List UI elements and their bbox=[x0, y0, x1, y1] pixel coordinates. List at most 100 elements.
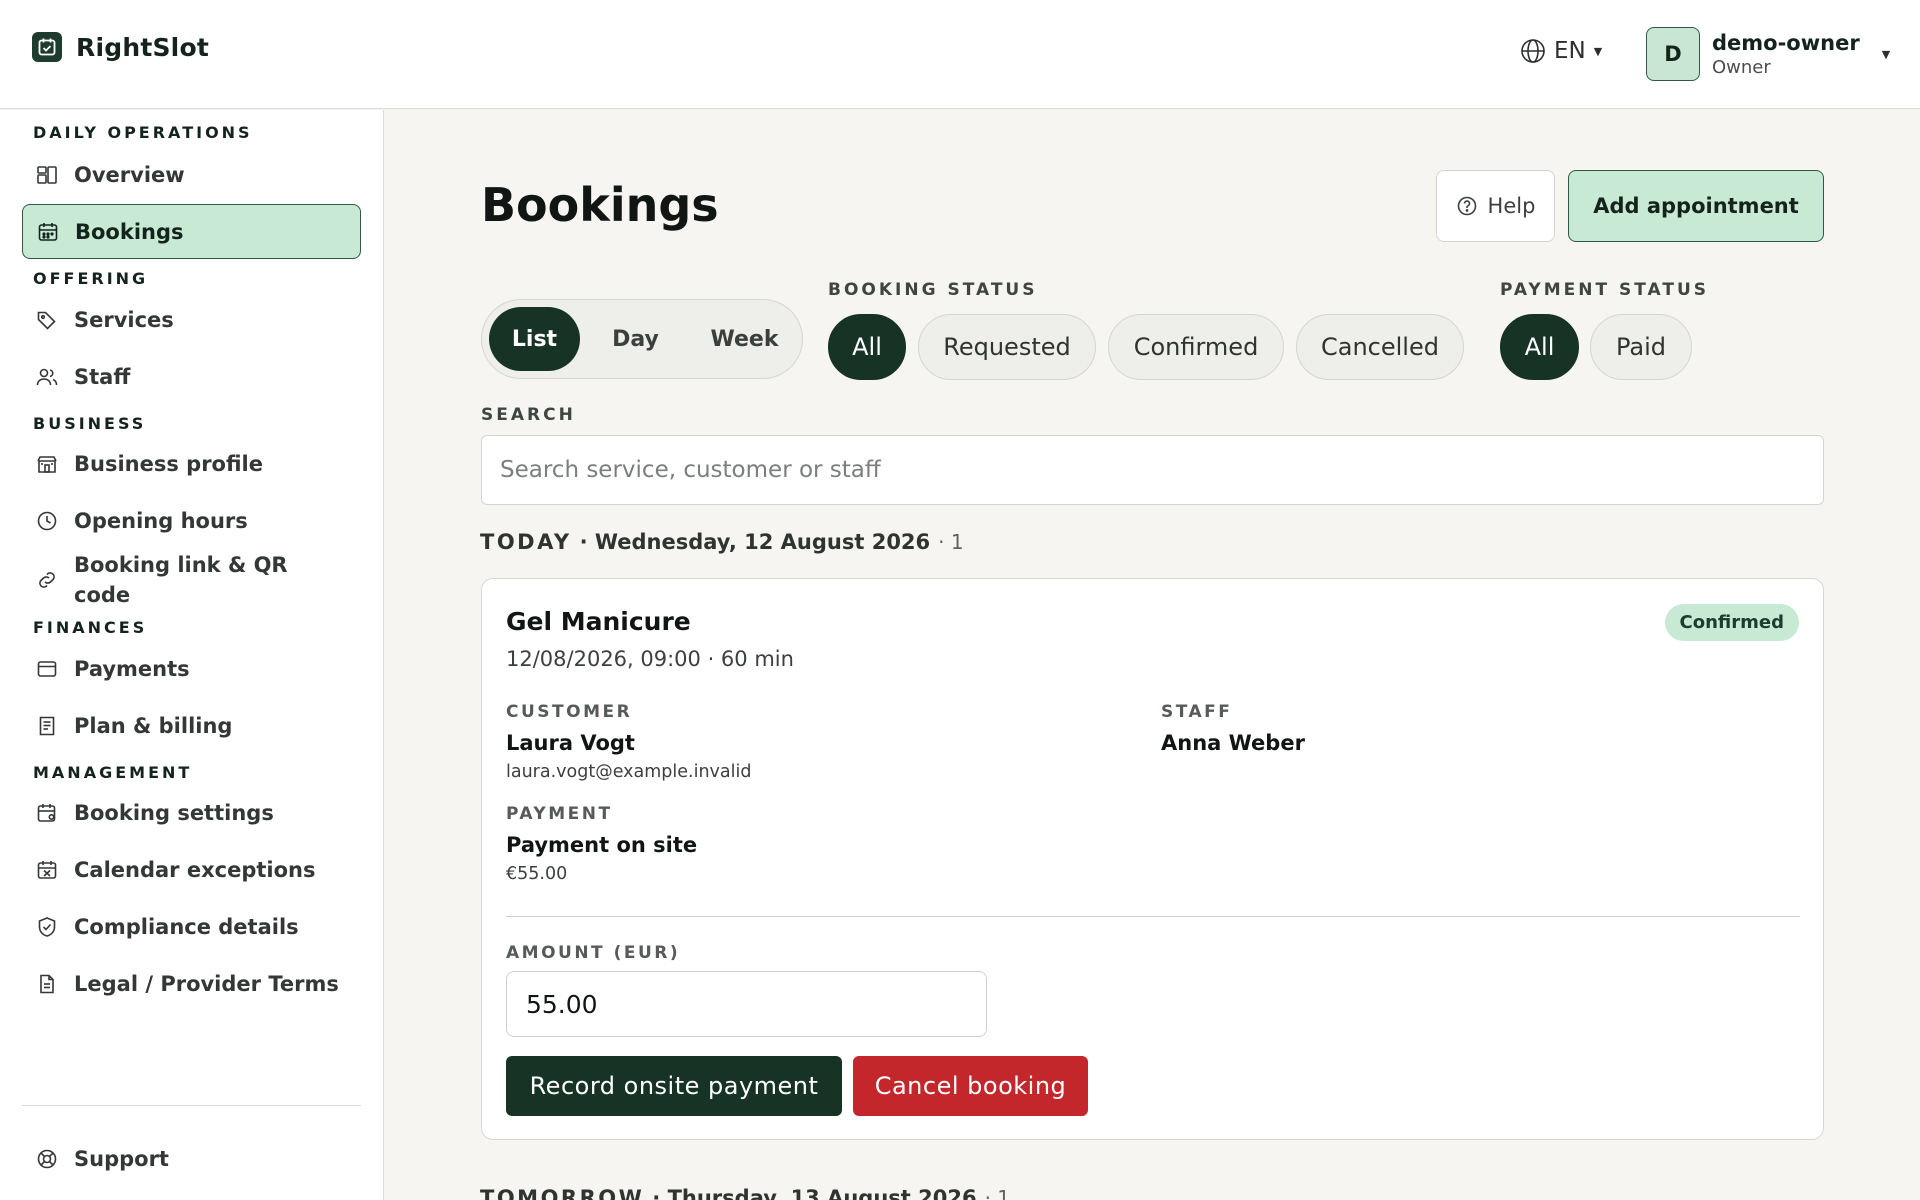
users-icon bbox=[36, 368, 58, 385]
user-role: Owner bbox=[1712, 56, 1771, 78]
today-count: · 1 bbox=[938, 530, 964, 554]
sidebar-item-staff[interactable]: Staff bbox=[22, 349, 361, 404]
view-toggle: List Day Week bbox=[481, 299, 803, 379]
staff-label: STAFF bbox=[1161, 702, 1233, 722]
tomorrow-label: TOMORROW bbox=[480, 1186, 645, 1200]
sidebar-item-legal-terms[interactable]: Legal / Provider Terms bbox=[22, 956, 361, 1011]
tag-icon bbox=[37, 311, 56, 330]
today-label: TODAY bbox=[480, 530, 572, 554]
sidebar-group-business: BUSINESS bbox=[33, 414, 147, 433]
payment-label: PAYMENT bbox=[506, 804, 613, 824]
top-bar: RightSlot EN ▼ D demo-owner Owner ▼ bbox=[0, 0, 1920, 109]
sidebar-item-booking-link[interactable]: Booking link & QR code bbox=[22, 548, 361, 612]
language-selector[interactable]: EN ▼ bbox=[1520, 38, 1602, 64]
add-appointment-button[interactable]: Add appointment bbox=[1568, 170, 1824, 242]
sidebar-item-overview[interactable]: Overview bbox=[22, 147, 361, 202]
amount-label: AMOUNT (EUR) bbox=[506, 943, 681, 963]
booking-card: Gel Manicure 12/08/2026, 09:00 · 60 min … bbox=[481, 578, 1824, 1140]
language-code: EN bbox=[1554, 38, 1586, 64]
sidebar-item-label: Bookings bbox=[75, 219, 184, 244]
view-day-button[interactable]: Day bbox=[588, 307, 683, 371]
search-label: SEARCH bbox=[481, 405, 576, 425]
amount-input[interactable] bbox=[506, 971, 987, 1037]
calendar-icon bbox=[38, 222, 58, 241]
service-name: Gel Manicure bbox=[506, 607, 691, 636]
sidebar-group-offering: OFFERING bbox=[33, 269, 149, 288]
sidebar-item-services[interactable]: Services bbox=[22, 292, 361, 347]
user-name: demo-owner bbox=[1712, 30, 1860, 55]
sidebar-item-bookings[interactable]: Bookings bbox=[22, 204, 361, 259]
booking-status-all-chip[interactable]: All bbox=[828, 314, 906, 380]
sidebar-item-label: Payments bbox=[74, 656, 190, 681]
calendar-x-icon bbox=[37, 860, 57, 879]
sidebar-item-opening-hours[interactable]: Opening hours bbox=[22, 493, 361, 548]
page-title: Bookings bbox=[481, 178, 719, 232]
receipt-icon bbox=[39, 716, 55, 735]
clock-icon bbox=[37, 511, 57, 530]
caret-down-icon: ▼ bbox=[1881, 47, 1891, 61]
sidebar-item-label: Compliance details bbox=[74, 914, 299, 939]
record-onsite-payment-button[interactable]: Record onsite payment bbox=[506, 1056, 842, 1116]
booking-status-cancelled-chip[interactable]: Cancelled bbox=[1296, 314, 1464, 380]
globe-icon bbox=[1520, 38, 1546, 64]
user-menu[interactable]: D demo-owner Owner ▼ bbox=[1646, 27, 1890, 81]
booking-status-label: BOOKING STATUS bbox=[828, 280, 1038, 300]
link-icon bbox=[39, 572, 55, 588]
app-name: RightSlot bbox=[76, 32, 209, 62]
sidebar-group-finances: FINANCES bbox=[33, 618, 148, 637]
sidebar-item-label: Business profile bbox=[74, 451, 263, 476]
sidebar-item-label: Calendar exceptions bbox=[74, 857, 316, 882]
sidebar-item-calendar-exceptions[interactable]: Calendar exceptions bbox=[22, 842, 361, 897]
sidebar-divider bbox=[22, 1105, 361, 1106]
sidebar-item-compliance-details[interactable]: Compliance details bbox=[22, 899, 361, 954]
sidebar-item-label-continued: code bbox=[74, 583, 131, 607]
status-badge: Confirmed bbox=[1664, 604, 1799, 641]
sidebar-item-label: Booking link & QR bbox=[74, 553, 288, 577]
customer-name: Laura Vogt bbox=[506, 731, 635, 755]
sidebar-group-daily-operations: DAILY OPERATIONS bbox=[33, 123, 253, 142]
sidebar-item-support[interactable]: Support bbox=[22, 1131, 361, 1186]
payment-status-label: PAYMENT STATUS bbox=[1500, 280, 1710, 300]
payment-status-all-chip[interactable]: All bbox=[1500, 314, 1579, 380]
tomorrow-count: · 1 bbox=[984, 1186, 1011, 1200]
caret-down-icon: ▼ bbox=[1593, 44, 1603, 58]
help-button-label: Help bbox=[1487, 194, 1536, 218]
sidebar-item-label: Plan & billing bbox=[74, 713, 233, 738]
customer-label: CUSTOMER bbox=[506, 702, 633, 722]
booking-status-confirmed-chip[interactable]: Confirmed bbox=[1108, 314, 1284, 380]
cancel-booking-button[interactable]: Cancel booking bbox=[853, 1056, 1088, 1116]
avatar: D bbox=[1646, 27, 1700, 81]
lifebuoy-icon bbox=[37, 1149, 57, 1168]
card-divider bbox=[506, 916, 1800, 917]
view-week-button[interactable]: Week bbox=[692, 307, 797, 371]
brand[interactable]: RightSlot bbox=[32, 32, 209, 62]
layout-grid-icon bbox=[37, 165, 57, 184]
sidebar-item-business-profile[interactable]: Business profile bbox=[22, 436, 361, 491]
payment-status-paid-chip[interactable]: Paid bbox=[1590, 314, 1692, 380]
sidebar-item-label: Staff bbox=[74, 364, 131, 389]
sidebar-item-booking-settings[interactable]: Booking settings bbox=[22, 785, 361, 840]
help-circle-icon bbox=[1457, 196, 1476, 216]
calendar-check-logo-icon bbox=[32, 32, 62, 62]
tomorrow-heading: TOMORROW · Thursday, 13 August 2026 · 1 bbox=[480, 1186, 1010, 1200]
payment-amount: €55.00 bbox=[506, 864, 568, 884]
view-list-button[interactable]: List bbox=[489, 307, 580, 371]
document-icon bbox=[40, 974, 54, 993]
tomorrow-date: · Thursday, 13 August 2026 bbox=[652, 1186, 977, 1200]
today-heading: TODAY · Wednesday, 12 August 2026 · 1 bbox=[480, 530, 964, 554]
sidebar-item-label: Overview bbox=[74, 162, 185, 187]
sidebar-item-plan-billing[interactable]: Plan & billing bbox=[22, 698, 361, 753]
shield-check-icon bbox=[38, 916, 56, 937]
booking-datetime: 12/08/2026, 09:00 · 60 min bbox=[506, 647, 794, 671]
customer-email: laura.vogt@example.invalid bbox=[506, 762, 752, 782]
sidebar-group-management: MANAGEMENT bbox=[33, 763, 193, 782]
help-button[interactable]: Help bbox=[1436, 170, 1555, 242]
search-input[interactable] bbox=[481, 435, 1824, 505]
today-date: · Wednesday, 12 August 2026 bbox=[579, 530, 931, 554]
staff-name: Anna Weber bbox=[1161, 731, 1305, 755]
sidebar-item-payments[interactable]: Payments bbox=[22, 641, 361, 696]
booking-status-requested-chip[interactable]: Requested bbox=[918, 314, 1096, 380]
payment-method: Payment on site bbox=[506, 833, 698, 857]
sidebar-item-label: Support bbox=[74, 1146, 169, 1171]
sidebar-item-label: Opening hours bbox=[74, 508, 248, 533]
